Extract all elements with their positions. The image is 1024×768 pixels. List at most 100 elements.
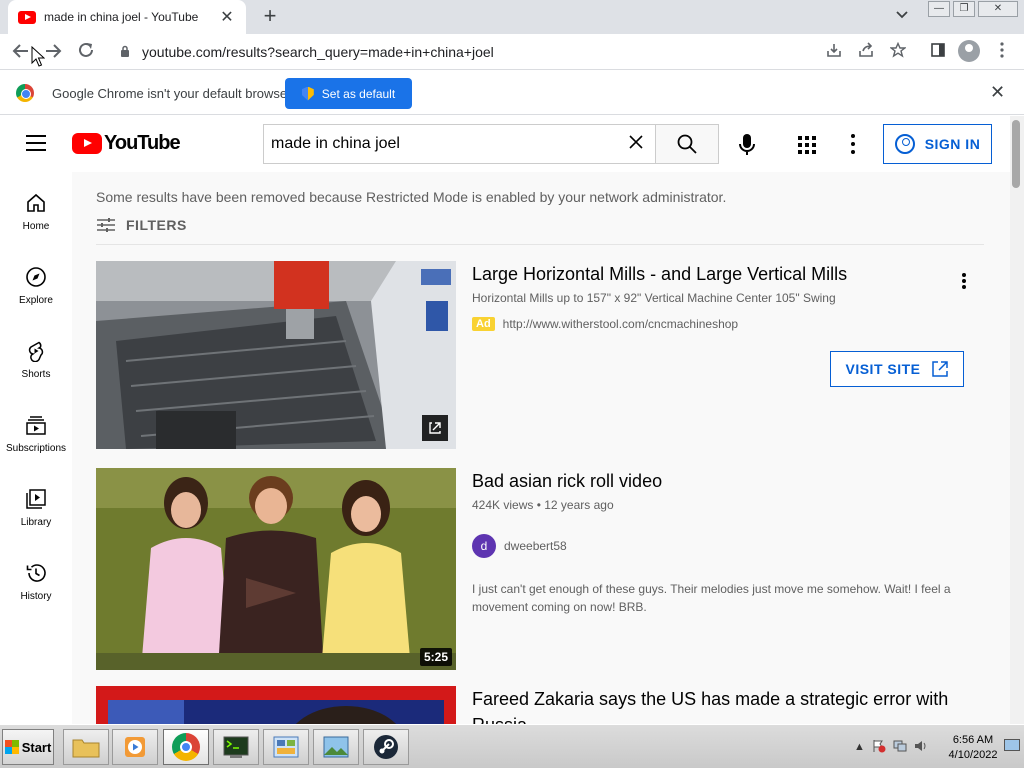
- tray-expand-chevron-icon[interactable]: ▲: [854, 741, 865, 753]
- ad-title[interactable]: Large Horizontal Mills - and Large Verti…: [472, 261, 972, 287]
- guide-item-shorts[interactable]: Shorts: [0, 340, 72, 414]
- channel-avatar[interactable]: d: [472, 534, 496, 558]
- home-icon: [27, 193, 45, 212]
- guide-item-explore[interactable]: Explore: [0, 266, 72, 340]
- settings-more-icon[interactable]: [851, 134, 857, 154]
- guide-label-library: Library: [20, 517, 52, 528]
- windows-taskbar: Start ▲ 6:56 AM 4/10/2022: [0, 724, 1024, 768]
- video-result[interactable]: Fareed Zakaria says the US has made a st…: [96, 686, 996, 724]
- subscriptions-icon: [26, 416, 46, 435]
- guide-label-shorts: Shorts: [21, 369, 51, 380]
- taskbar-control-panel[interactable]: [263, 729, 309, 765]
- bookmark-star-icon[interactable]: [888, 41, 908, 62]
- close-window-button[interactable]: ✕: [978, 1, 1018, 17]
- sign-in-button[interactable]: SIGN IN: [883, 124, 992, 164]
- channel-row[interactable]: d dweebert58: [472, 534, 972, 558]
- back-button[interactable]: [10, 41, 32, 63]
- restore-window-button[interactable]: ❐: [953, 1, 975, 17]
- youtube-wordmark: YouTube: [104, 132, 181, 154]
- news-thumbnail-image: [96, 686, 456, 724]
- youtube-play-logo-icon: [72, 133, 102, 154]
- guide-item-library[interactable]: Library: [0, 488, 72, 562]
- video-thumbnail[interactable]: [96, 686, 456, 724]
- filters-label: FILTERS: [126, 217, 187, 233]
- filters-divider: [96, 244, 984, 245]
- taskbar-media-player[interactable]: [112, 729, 158, 765]
- infobar-close-icon[interactable]: ✕: [990, 82, 1005, 103]
- guide-label-subscriptions: Subscriptions: [5, 443, 67, 454]
- search-button[interactable]: [655, 124, 719, 164]
- clear-search-icon[interactable]: [627, 133, 645, 157]
- show-desktop-button[interactable]: [1004, 739, 1020, 751]
- system-tray: ▲: [848, 729, 944, 765]
- guide-item-subscriptions[interactable]: Subscriptions: [0, 414, 72, 488]
- page-scrollbar-thumb[interactable]: [1012, 120, 1020, 188]
- youtube-apps-icon[interactable]: [798, 136, 816, 154]
- filter-sliders-icon: [97, 218, 115, 232]
- reload-icon: [79, 42, 93, 57]
- visit-site-button[interactable]: VISIT SITE: [830, 351, 964, 387]
- taskbar-image-viewer[interactable]: [313, 729, 359, 765]
- video-title[interactable]: Fareed Zakaria says the US has made a st…: [472, 686, 972, 724]
- search-input[interactable]: [271, 135, 611, 153]
- tab-close-icon[interactable]: ✕: [218, 7, 236, 27]
- chrome-menu-icon[interactable]: [992, 42, 1012, 62]
- control-panel-icon: [273, 736, 299, 758]
- cnc-mill-thumbnail-image: [96, 261, 456, 449]
- windows-logo-icon: [4, 740, 19, 754]
- taskbar-chrome[interactable]: [163, 729, 209, 765]
- profile-avatar-icon[interactable]: [958, 40, 980, 62]
- guide-label-home: Home: [22, 221, 50, 232]
- install-icon[interactable]: [824, 42, 844, 62]
- page-scrollbar[interactable]: [1010, 116, 1024, 724]
- ad-thumbnail[interactable]: [96, 261, 456, 449]
- start-button[interactable]: Start: [2, 729, 54, 765]
- new-tab-button[interactable]: +: [258, 4, 282, 28]
- external-link-badge-icon: [422, 415, 448, 441]
- youtube-logo[interactable]: YouTube: [72, 132, 181, 155]
- reload-button[interactable]: [75, 41, 97, 63]
- video-thumbnail[interactable]: 5:25: [96, 468, 456, 670]
- browser-tab[interactable]: made in china joel - YouTube ✕: [8, 0, 246, 34]
- taskbar-file-explorer[interactable]: [63, 729, 109, 765]
- address-bar[interactable]: youtube.com/results?search_query=made+in…: [108, 39, 918, 65]
- browser-toolbar: youtube.com/results?search_query=made+in…: [0, 34, 1024, 70]
- ad-more-actions-icon[interactable]: [962, 273, 966, 289]
- video-result[interactable]: 5:25 Bad asian rick roll video 424K view…: [96, 468, 996, 670]
- infobar-message: Google Chrome isn't your default browser: [52, 86, 292, 101]
- compass-icon: [26, 267, 46, 287]
- chrome-logo-icon: [16, 84, 34, 102]
- minimize-window-button[interactable]: —: [928, 1, 950, 17]
- ad-badge: Ad: [472, 317, 495, 331]
- video-meta: 424K views • 12 years ago: [472, 498, 614, 512]
- action-center-flag-icon[interactable]: [872, 739, 886, 756]
- set-as-default-button[interactable]: Set as default: [285, 78, 412, 109]
- network-icon[interactable]: [893, 739, 907, 756]
- guide-item-home[interactable]: Home: [0, 192, 72, 266]
- tab-search-chevron-icon[interactable]: [896, 8, 908, 22]
- ad-info: Large Horizontal Mills - and Large Verti…: [472, 261, 972, 331]
- forward-arrow-icon: [46, 44, 62, 58]
- channel-name[interactable]: dweebert58: [504, 539, 567, 553]
- folder-icon: [72, 739, 100, 758]
- side-panel-icon[interactable]: [928, 42, 948, 62]
- ad-url[interactable]: http://www.witherstool.com/cncmachinesho…: [503, 317, 738, 331]
- ad-result[interactable]: Large Horizontal Mills - and Large Verti…: [96, 261, 996, 451]
- forward-button[interactable]: [42, 41, 64, 63]
- system-clock[interactable]: 6:56 AM 4/10/2022: [944, 733, 1002, 763]
- search-box: [263, 124, 656, 164]
- voice-search-mic-icon[interactable]: [737, 133, 757, 157]
- guide-item-history[interactable]: History: [0, 562, 72, 636]
- steam-icon: [374, 735, 398, 759]
- taskbar-terminal[interactable]: [213, 729, 259, 765]
- share-icon[interactable]: [856, 42, 876, 62]
- taskbar-steam[interactable]: [363, 729, 409, 765]
- account-circle-icon: [894, 134, 915, 154]
- restricted-mode-notice: Some results have been removed because R…: [96, 189, 727, 205]
- ad-subtitle: Horizontal Mills up to 157" x 92" Vertic…: [472, 291, 836, 305]
- video-title[interactable]: Bad asian rick roll video: [472, 468, 972, 494]
- open-external-icon: [931, 361, 948, 377]
- volume-icon[interactable]: [914, 739, 928, 756]
- filters-button[interactable]: FILTERS: [96, 217, 187, 233]
- guide-menu-icon[interactable]: [26, 135, 46, 151]
